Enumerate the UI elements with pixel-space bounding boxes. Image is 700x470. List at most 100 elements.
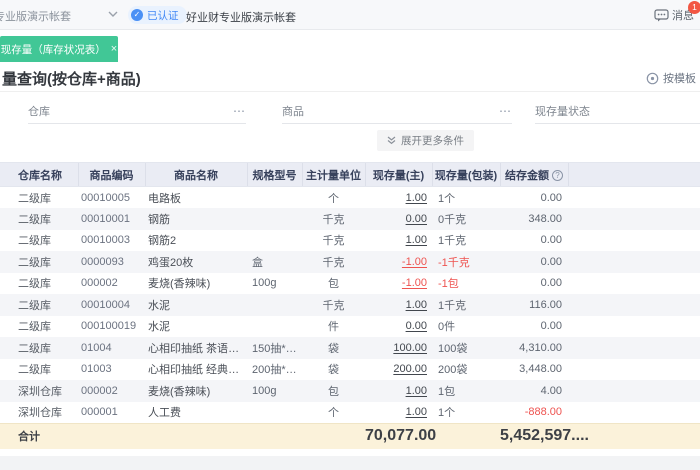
account-set-selector[interactable]: 专业版演示帐套 — [0, 8, 71, 24]
col-warehouse: 仓库名称 — [0, 162, 78, 187]
cell-unit: 个 — [328, 407, 339, 419]
cell-name: 麦烧(香辣味) — [148, 278, 211, 291]
filter-warehouse-label: 仓库 — [28, 105, 50, 118]
qty-link[interactable]: -1.00 — [402, 256, 427, 268]
cell-filler — [568, 187, 700, 209]
cell-code: 00010004 — [81, 298, 130, 311]
cell-spec: 150抽*3包... — [252, 342, 302, 355]
filter-warehouse[interactable]: 仓库 ⋯ — [28, 98, 246, 124]
cell-warehouse: 二级库 — [18, 213, 51, 226]
cell-filler — [568, 294, 700, 316]
table-row[interactable]: 二级库 01003 心相印抽纸 经典系列 200抽*6包 袋 200.00 20… — [0, 359, 700, 381]
cell-qty-main: 200.00 — [365, 359, 432, 381]
cell-amount: 4.00 — [540, 384, 562, 397]
cell-amount: 348.00 — [528, 212, 562, 225]
cell-qty-main: 0.00 — [365, 316, 432, 338]
qty-link[interactable]: 1.00 — [406, 385, 427, 397]
table-row[interactable]: 二级库 00010005 电路板 个 1.00 1个 0.00 — [0, 187, 700, 209]
cell-amount: 0.00 — [540, 320, 562, 333]
table-row[interactable]: 二级库 0000093 鸡蛋20枚 盒 千克 -1.00 -1千克 0.00 — [0, 251, 700, 273]
cell-qty-main: -1.00 — [365, 273, 432, 295]
bottom-strip — [0, 456, 700, 470]
filter-product-label: 商品 — [282, 105, 304, 118]
qty-link[interactable]: -1.00 — [402, 277, 427, 289]
table-row[interactable]: 二级库 00010003 钢筋2 千克 1.00 1千克 0.00 — [0, 230, 700, 252]
col-unit: 主计量单位 — [301, 162, 365, 187]
table-row[interactable]: 二级库 00010001 钢筋 千克 0.00 0千克 348.00 — [0, 208, 700, 230]
tab-label: 现存量（库存状况表） — [0, 43, 106, 56]
table-header: 仓库名称 商品编码 商品名称 规格型号 主计量单位 现存量(主) 现存量(包装)… — [0, 162, 700, 187]
table-row[interactable]: 二级库 01004 心相印抽纸 茶语系列 ... 150抽*3包... 袋 10… — [0, 337, 700, 359]
cell-warehouse: 深圳仓库 — [18, 407, 62, 419]
qty-link[interactable]: 200.00 — [393, 363, 427, 375]
cell-warehouse: 二级库 — [18, 235, 51, 248]
cell-qty-main: 1.00 — [365, 187, 432, 209]
qty-link[interactable]: 100.00 — [393, 342, 427, 354]
col-qty-pkg: 现存量(包装) — [431, 162, 500, 187]
cell-spec: 100g — [252, 384, 277, 397]
cell-code: 000002 — [81, 384, 118, 397]
expand-row: 展开更多条件 — [0, 130, 700, 154]
filter-warehouse-more-icon[interactable]: ⋯ — [233, 104, 246, 118]
cell-spec: 盒 — [252, 256, 263, 269]
cell-amount: 116.00 — [529, 298, 562, 311]
cell-spec — [247, 402, 302, 424]
cell-unit: 个 — [328, 192, 339, 205]
cell-code: 000100019 — [81, 320, 137, 333]
qty-link[interactable]: 1.00 — [406, 192, 427, 204]
filter-bar: 仓库 ⋯ 商品 ⋯ 现存量状态 — [0, 92, 700, 130]
verified-badge[interactable]: ✓ 已认证 — [128, 6, 187, 24]
table-row[interactable]: 深圳仓库 000001 人工费 个 1.00 1个 -888.00 — [0, 402, 700, 424]
cell-warehouse: 二级库 — [18, 278, 51, 291]
chevron-down-icon[interactable] — [108, 11, 118, 18]
tab-stock-report[interactable]: 现存量（库存状况表） × — [0, 36, 118, 62]
table-row[interactable]: 二级库 000002 麦烧(香辣味) 100g 包 -1.00 -1包 0.00 — [0, 273, 700, 295]
filter-stock-status[interactable]: 现存量状态 — [535, 98, 700, 124]
col-amount: 结存金额? — [499, 162, 568, 187]
expand-more-button[interactable]: 展开更多条件 — [377, 130, 474, 151]
col-spec: 规格型号 — [246, 162, 302, 187]
verified-check-icon: ✓ — [131, 9, 143, 21]
cell-warehouse: 二级库 — [18, 342, 51, 355]
cell-name: 鸡蛋20枚 — [148, 256, 194, 269]
cell-spec: 100g — [252, 277, 277, 290]
cell-filler — [568, 251, 700, 273]
cell-name: 水泥 — [148, 321, 170, 334]
total-row: 合计 70,077.00 5,452,597.... — [0, 422, 700, 449]
cell-warehouse: 二级库 — [18, 256, 51, 269]
cell-spec — [247, 230, 302, 252]
view-template-button[interactable]: 按模板 — [646, 70, 700, 86]
cell-filler — [568, 273, 700, 295]
cell-unit: 袋 — [328, 342, 339, 355]
filter-product[interactable]: 商品 ⋯ — [282, 98, 512, 124]
table-row[interactable]: 深圳仓库 000002 麦烧(香辣味) 100g 包 1.00 1包 4.00 — [0, 380, 700, 402]
table-row[interactable]: 二级库 00010004 水泥 千克 1.00 1千克 116.00 — [0, 294, 700, 316]
table-row[interactable]: 二级库 000100019 水泥 件 0.00 0件 0.00 — [0, 316, 700, 338]
messages-button[interactable]: 消息 1 — [654, 1, 700, 23]
cell-qty-main: 1.00 — [365, 230, 432, 252]
view-template-label: 按模板 — [663, 73, 696, 85]
qty-link[interactable]: 1.00 — [406, 234, 427, 246]
cell-code: 00010001 — [81, 212, 130, 225]
cell-warehouse: 二级库 — [18, 364, 51, 377]
app-window: 专业版演示帐套 ✓ 已认证 好业财专业版演示帐套 消息 1 现存量（库存状况表）… — [0, 0, 700, 470]
qty-link[interactable]: 0.00 — [406, 213, 427, 225]
cell-code: 00010005 — [81, 191, 130, 204]
cell-code: 000001 — [81, 406, 118, 418]
help-icon[interactable]: ? — [552, 170, 563, 182]
close-icon[interactable]: × — [111, 43, 117, 55]
cell-amount: 0.00 — [540, 234, 562, 247]
cell-amount: 3,448.00 — [519, 363, 562, 376]
filter-product-more-icon[interactable]: ⋯ — [499, 104, 512, 118]
messages-count-badge: 1 — [688, 1, 700, 14]
cell-code: 01003 — [81, 363, 112, 376]
cell-spec — [247, 208, 302, 230]
cell-unit: 千克 — [322, 299, 345, 312]
cell-qty-pkg: 1个 — [438, 407, 456, 419]
cell-unit: 件 — [328, 321, 339, 334]
qty-link[interactable]: 1.00 — [406, 299, 427, 311]
qty-link[interactable]: 0.00 — [406, 320, 427, 332]
total-label: 合计 — [0, 422, 78, 449]
cell-name: 心相印抽纸 茶语系列 ... — [148, 342, 247, 355]
qty-link[interactable]: 1.00 — [406, 406, 427, 418]
